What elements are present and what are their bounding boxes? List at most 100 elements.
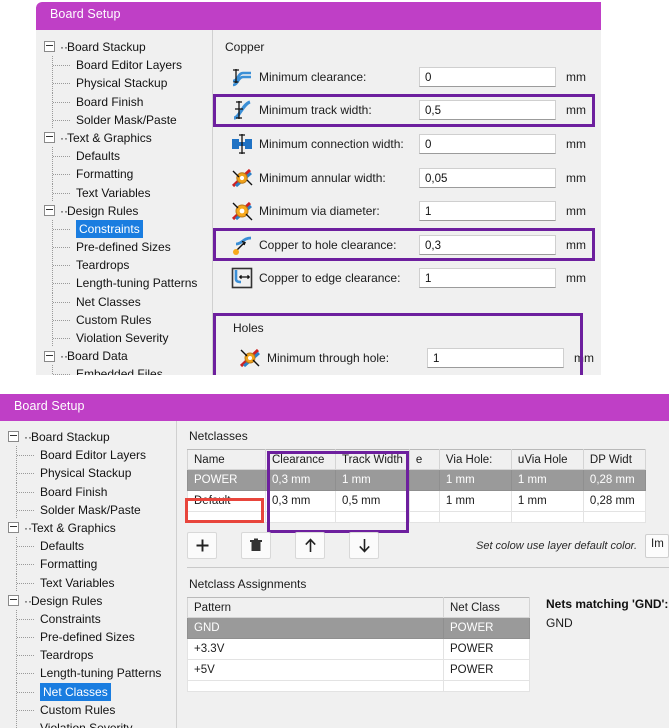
netclasses-cell[interactable]: POWER bbox=[187, 469, 266, 491]
tree-item-design-rules[interactable]: ··Design Rules bbox=[6, 592, 176, 610]
netclasses-column-header[interactable]: Via Hole: bbox=[438, 449, 512, 470]
netclasses-cell[interactable] bbox=[408, 469, 440, 491]
tree-item-board-editor-layers[interactable]: Board Editor Layers bbox=[42, 56, 212, 75]
add-netclass-button[interactable] bbox=[187, 532, 217, 559]
tree-item-constraints[interactable]: Constraints bbox=[6, 609, 176, 629]
netclasses-cell[interactable]: Default bbox=[187, 490, 266, 512]
constraint-value-input[interactable] bbox=[419, 201, 556, 222]
netclasses-column-header[interactable]: uVia Hole bbox=[510, 449, 584, 470]
tree-item-net-classes[interactable]: Net Classes bbox=[42, 292, 212, 312]
tree-item-embedded-files[interactable]: Embedded Files bbox=[42, 365, 212, 375]
tree-item-defaults[interactable]: Defaults bbox=[6, 537, 176, 556]
delete-netclass-button[interactable] bbox=[241, 532, 271, 559]
settings-tree-netclasses[interactable]: ··Board Stackup Board Editor Layers Physic… bbox=[0, 421, 176, 728]
tree-item-physical-stackup[interactable]: Physical Stackup bbox=[6, 464, 176, 483]
import-colors-button[interactable]: Im bbox=[645, 533, 669, 558]
tree-expander-icon[interactable] bbox=[44, 132, 55, 144]
tree-expander-icon[interactable] bbox=[8, 431, 19, 443]
netclasses-column-header[interactable]: DP Widt bbox=[582, 449, 646, 470]
tree-expander-icon[interactable] bbox=[44, 41, 55, 53]
tree-connector: ·· bbox=[24, 430, 32, 444]
move-netclass-up-button[interactable] bbox=[295, 532, 325, 559]
tree-expander-icon[interactable] bbox=[8, 522, 19, 534]
tree-item-violation-severity[interactable]: Violation Severity bbox=[42, 329, 212, 348]
netclasses-empty-row bbox=[187, 511, 646, 523]
tree-item-violation-severity[interactable]: Violation Severity bbox=[6, 719, 176, 728]
tree-item-text-variables[interactable]: Text Variables bbox=[42, 183, 212, 202]
netclasses-table-row[interactable]: POWER 0,3 mm 1 mm 1 mm 1 mm 0,28 mm bbox=[187, 469, 646, 491]
netclasses-cell[interactable]: 1 mm bbox=[438, 469, 512, 491]
assignments-table-row[interactable]: GND POWER bbox=[187, 617, 530, 639]
tree-expander-icon[interactable] bbox=[44, 350, 55, 362]
tree-item-design-rules[interactable]: ··Design Rules bbox=[42, 202, 212, 220]
tree-item-board-data[interactable]: ··Board Data bbox=[42, 347, 212, 365]
tree-item-solder-mask-paste[interactable]: Solder Mask/Paste bbox=[6, 500, 176, 520]
constraint-value-input[interactable] bbox=[419, 100, 556, 121]
netclasses-cell[interactable]: 0,3 mm bbox=[265, 469, 336, 491]
tree-item-solder-mask-paste[interactable]: Solder Mask/Paste bbox=[42, 110, 212, 130]
tree-item-pre-defined-sizes[interactable]: Pre-defined Sizes bbox=[42, 238, 212, 257]
tree-item-teardrops[interactable]: Teardrops bbox=[6, 646, 176, 665]
tree-item-length-tuning-patterns[interactable]: Length-tuning Patterns bbox=[6, 664, 176, 683]
constraint-value-input[interactable] bbox=[419, 167, 556, 188]
netclasses-column-header[interactable]: e bbox=[408, 449, 440, 470]
netclasses-table-row[interactable]: Default 0,3 mm 0,5 mm 1 mm 1 mm 0,28 mm bbox=[187, 490, 646, 512]
tree-item-text-variables[interactable]: Text Variables bbox=[6, 573, 176, 592]
netclasses-column-header[interactable]: Name bbox=[187, 449, 266, 470]
assignment-netclass-cell[interactable]: POWER bbox=[443, 617, 530, 639]
netclasses-cell[interactable] bbox=[408, 490, 440, 512]
window2-body: ··Board Stackup Board Editor Layers Physic… bbox=[0, 421, 669, 728]
min-through-hole-icon bbox=[233, 346, 267, 370]
tree-item-text-graphics[interactable]: ··Text & Graphics bbox=[42, 129, 212, 147]
assignments-table-row[interactable]: +3.3V POWER bbox=[187, 638, 530, 660]
tree-item-constraints[interactable]: Constraints bbox=[42, 219, 212, 239]
constraint-value-input[interactable] bbox=[427, 347, 564, 368]
tree-item-board-stackup[interactable]: ··Board Stackup bbox=[6, 428, 176, 446]
tree-item-pre-defined-sizes[interactable]: Pre-defined Sizes bbox=[6, 628, 176, 647]
min-track-width-icon bbox=[225, 98, 259, 122]
assignments-column-header[interactable]: Net Class bbox=[443, 597, 530, 618]
constraint-value-input[interactable] bbox=[419, 66, 556, 87]
tree-item-physical-stackup[interactable]: Physical Stackup bbox=[42, 74, 212, 93]
tree-expander-icon[interactable] bbox=[8, 595, 19, 607]
netclasses-cell[interactable]: 1 mm bbox=[510, 469, 584, 491]
netclasses-cell[interactable]: 1 mm bbox=[510, 490, 584, 512]
tree-item-net-classes[interactable]: Net Classes bbox=[6, 682, 176, 702]
assignment-pattern-cell[interactable]: +5V bbox=[187, 659, 444, 681]
settings-tree[interactable]: ··Board Stackup Board Editor Layers Physic… bbox=[36, 30, 212, 375]
tree-item-board-stackup[interactable]: ··Board Stackup bbox=[42, 38, 212, 56]
move-netclass-down-button[interactable] bbox=[349, 532, 379, 559]
netclasses-cell[interactable]: 0,5 mm bbox=[335, 490, 410, 512]
assignment-pattern-cell[interactable]: GND bbox=[187, 617, 444, 639]
netclasses-cell[interactable]: 1 mm bbox=[335, 469, 410, 491]
tree-item-board-finish[interactable]: Board Finish bbox=[42, 92, 212, 111]
tree-item-custom-rules[interactable]: Custom Rules bbox=[42, 310, 212, 330]
tree-item-text-graphics[interactable]: ··Text & Graphics bbox=[6, 519, 176, 537]
netclasses-cell[interactable]: 0,28 mm bbox=[582, 469, 646, 491]
assignments-table-row[interactable]: +5V POWER bbox=[187, 659, 530, 681]
constraint-value-input[interactable] bbox=[419, 133, 556, 154]
tree-expander-icon[interactable] bbox=[44, 205, 55, 217]
assignment-pattern-cell[interactable]: +3.3V bbox=[187, 638, 444, 660]
netclasses-cell[interactable]: 0,28 mm bbox=[582, 490, 646, 512]
tree-item-custom-rules[interactable]: Custom Rules bbox=[6, 700, 176, 720]
assignment-netclass-cell[interactable]: POWER bbox=[443, 659, 530, 681]
netclasses-cell[interactable]: 0,3 mm bbox=[265, 490, 336, 512]
tree-item-formatting[interactable]: Formatting bbox=[42, 165, 212, 184]
netclasses-table[interactable]: Name Clearance Track Width e Via Hole: uVia H… bbox=[187, 449, 646, 523]
assignment-netclass-cell[interactable]: POWER bbox=[443, 638, 530, 660]
trash-icon bbox=[250, 538, 262, 551]
tree-item-formatting[interactable]: Formatting bbox=[6, 555, 176, 574]
tree-item-board-finish[interactable]: Board Finish bbox=[6, 482, 176, 501]
constraint-value-input[interactable] bbox=[419, 268, 556, 289]
tree-item-defaults[interactable]: Defaults bbox=[42, 147, 212, 166]
tree-item-length-tuning-patterns[interactable]: Length-tuning Patterns bbox=[42, 274, 212, 293]
assignments-column-header[interactable]: Pattern bbox=[187, 597, 444, 618]
tree-item-teardrops[interactable]: Teardrops bbox=[42, 256, 212, 275]
netclass-assignments-table[interactable]: Pattern Net Class GND POWER +3.3V POWER +5V POW… bbox=[187, 597, 530, 692]
netclasses-column-header[interactable]: Track Width bbox=[335, 449, 410, 470]
tree-item-board-editor-layers[interactable]: Board Editor Layers bbox=[6, 446, 176, 465]
netclasses-column-header[interactable]: Clearance bbox=[265, 449, 336, 470]
constraint-value-input[interactable] bbox=[419, 234, 556, 255]
netclasses-cell[interactable]: 1 mm bbox=[438, 490, 512, 512]
